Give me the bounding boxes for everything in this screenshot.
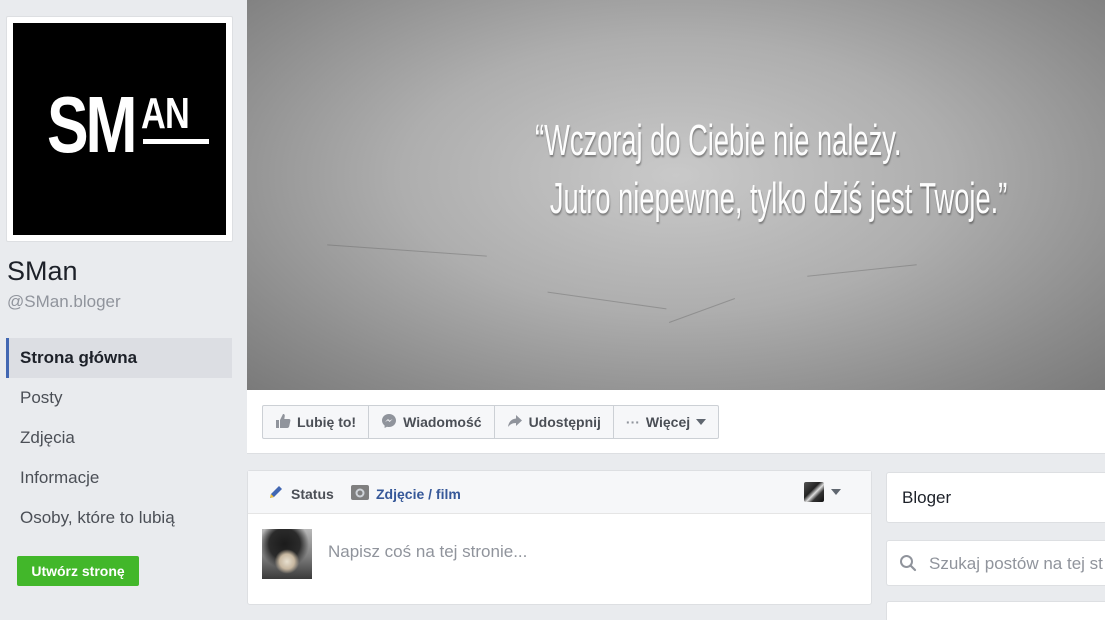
messenger-icon [381,413,397,432]
action-button-group: Lubię to! Wiadomość Udostępnij ··· Więce… [262,405,720,439]
caret-down-icon [696,419,707,425]
avatar [262,529,312,579]
cover-texture [327,244,487,257]
nav-item-photos[interactable]: Zdjęcia [6,418,232,458]
share-label: Udostępnij [528,414,601,430]
composer-body: Napisz coś na tej stronie... [248,514,871,604]
page-nav: Strona główna Posty Zdjęcia Informacje O… [6,338,232,538]
more-dots-icon: ··· [625,414,640,430]
cover-texture [668,298,736,323]
thumbs-up-icon [275,413,291,432]
tab-status[interactable]: Status [267,483,334,504]
message-label: Wiadomość [403,414,482,430]
nav-item-likes[interactable]: Osoby, które to lubią [6,498,232,538]
profile-picture[interactable]: SM AN [6,16,233,242]
post-search[interactable]: Szukaj postów na tej st [886,540,1105,586]
page-title[interactable]: SMan [7,256,78,287]
logo-underline [143,139,209,144]
composer-tabs: Status Zdjęcie / film [248,471,871,514]
tab-photo-video[interactable]: Zdjęcie / film [350,483,461,504]
pencil-icon [267,483,285,504]
page-category-card[interactable]: Bloger [886,472,1105,523]
camera-icon [350,483,370,504]
page-category[interactable]: Bloger [902,488,951,508]
like-button[interactable]: Lubię to! [263,406,370,438]
avatar [804,482,824,502]
nav-item-about[interactable]: Informacje [6,458,232,498]
cover-texture [807,264,917,277]
logo-superscript: AN [141,89,190,138]
like-label: Lubię to! [297,414,357,430]
more-label: Więcej [645,414,691,430]
search-icon [899,554,917,577]
cover-photo[interactable]: “Wczoraj do Ciebie nie należy. Jutro nie… [247,0,1105,390]
cover-quote-line: Jutro niepewne, tylko dziś jest Twoje.” [549,174,1008,223]
cover-quote: “Wczoraj do Ciebie nie należy. Jutro nie… [535,112,1007,228]
logo-text: SM [47,80,137,169]
page-action-bar: Lubię to! Wiadomość Udostępnij ··· Więce… [247,390,1105,454]
left-column: SM AN SMan @SMan.bloger Strona główna Po… [0,0,246,620]
logo: SM AN [13,23,226,235]
search-input[interactable]: Szukaj postów na tej st [929,554,1103,574]
share-icon [507,413,523,432]
message-button[interactable]: Wiadomość [369,406,495,438]
nav-item-posts[interactable]: Posty [6,378,232,418]
nav-item-home[interactable]: Strona główna [6,338,232,378]
sidebar-card [886,601,1105,620]
photo-video-label: Zdjęcie / film [376,485,461,502]
create-page-button[interactable]: Utwórz stronę [17,556,139,586]
post-as-selector[interactable] [804,482,841,502]
caret-down-icon [831,489,841,495]
share-button[interactable]: Udostępnij [495,406,614,438]
composer-input[interactable]: Napisz coś na tej stronie... [328,542,828,562]
cover-quote-line: “Wczoraj do Ciebie nie należy. [535,116,902,165]
more-button[interactable]: ··· Więcej [614,406,718,438]
post-composer: Status Zdjęcie / film Napisz coś na tej … [247,470,872,605]
cover-texture [547,291,667,310]
page-handle[interactable]: @SMan.bloger [7,292,121,312]
status-label: Status [291,485,334,502]
